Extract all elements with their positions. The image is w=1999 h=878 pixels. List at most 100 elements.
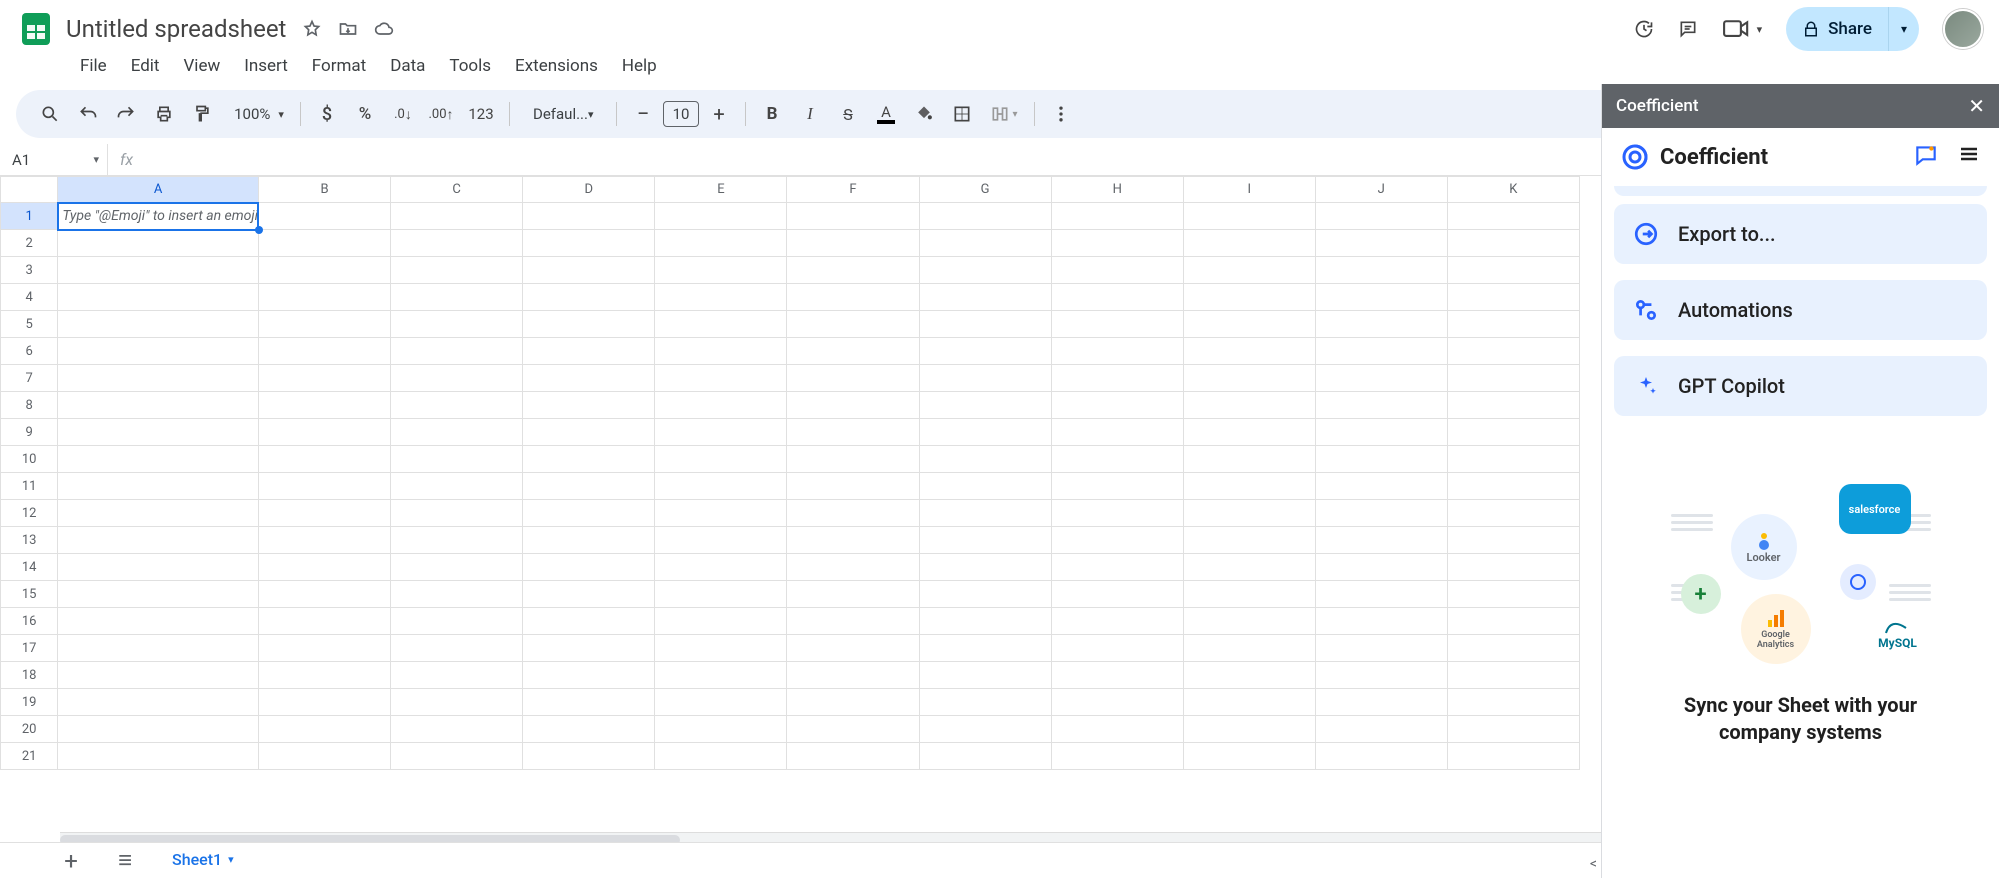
cell[interactable] [58, 635, 259, 662]
cell[interactable] [1447, 743, 1579, 770]
cell[interactable] [1051, 446, 1183, 473]
undo-icon[interactable] [70, 96, 106, 132]
cell[interactable] [1447, 203, 1579, 230]
move-icon[interactable] [338, 19, 358, 39]
cell[interactable] [1447, 527, 1579, 554]
sidebar-card-export[interactable]: Export to... [1614, 204, 1987, 264]
cell[interactable] [655, 365, 787, 392]
cell[interactable] [1051, 635, 1183, 662]
cell[interactable] [258, 311, 390, 338]
cell[interactable] [919, 446, 1051, 473]
cell[interactable] [1447, 716, 1579, 743]
row-header[interactable]: 20 [1, 716, 58, 743]
menu-icon[interactable] [1957, 142, 1981, 172]
cell[interactable] [655, 527, 787, 554]
cell[interactable] [919, 608, 1051, 635]
row-header[interactable]: 4 [1, 284, 58, 311]
cell[interactable] [58, 284, 259, 311]
cell[interactable] [655, 743, 787, 770]
cell[interactable] [919, 473, 1051, 500]
text-color-icon[interactable]: A [868, 96, 904, 132]
cell[interactable] [1051, 284, 1183, 311]
cell[interactable] [391, 446, 523, 473]
cell[interactable] [1183, 230, 1315, 257]
cell[interactable] [787, 311, 919, 338]
cell[interactable] [787, 743, 919, 770]
cell[interactable] [391, 716, 523, 743]
row-header[interactable]: 3 [1, 257, 58, 284]
add-sheet-icon[interactable]: + [56, 847, 86, 875]
cell[interactable] [58, 392, 259, 419]
cell[interactable] [919, 230, 1051, 257]
name-box[interactable]: A1 ▾ [0, 144, 108, 175]
cell[interactable] [1447, 284, 1579, 311]
cell[interactable] [58, 743, 259, 770]
cell[interactable] [1315, 716, 1447, 743]
col-header-E[interactable]: E [655, 177, 787, 203]
col-header-C[interactable]: C [391, 177, 523, 203]
cell[interactable] [919, 257, 1051, 284]
cell[interactable] [523, 608, 655, 635]
cell[interactable] [1051, 689, 1183, 716]
cell[interactable] [655, 662, 787, 689]
cell[interactable] [391, 392, 523, 419]
cell[interactable] [655, 500, 787, 527]
cell[interactable] [391, 338, 523, 365]
cell[interactable] [1051, 500, 1183, 527]
cell[interactable] [523, 446, 655, 473]
col-header-I[interactable]: I [1183, 177, 1315, 203]
cell[interactable] [787, 473, 919, 500]
cell[interactable] [919, 284, 1051, 311]
sidebar-card-automations[interactable]: Automations [1614, 280, 1987, 340]
row-header[interactable]: 16 [1, 608, 58, 635]
cell[interactable] [391, 554, 523, 581]
row-header[interactable]: 1 [1, 203, 58, 230]
cell[interactable] [523, 338, 655, 365]
cell[interactable] [391, 365, 523, 392]
cell[interactable] [523, 527, 655, 554]
cell[interactable] [58, 365, 259, 392]
cell[interactable] [391, 581, 523, 608]
cell[interactable] [787, 203, 919, 230]
cell[interactable] [1447, 500, 1579, 527]
row-header[interactable]: 19 [1, 689, 58, 716]
cell[interactable] [1447, 311, 1579, 338]
row-header[interactable]: 13 [1, 527, 58, 554]
cell[interactable] [1183, 338, 1315, 365]
cell[interactable] [258, 608, 390, 635]
cell[interactable] [1051, 230, 1183, 257]
paint-format-icon[interactable] [184, 96, 220, 132]
cell[interactable] [1051, 419, 1183, 446]
cell[interactable] [58, 311, 259, 338]
cell[interactable] [1315, 419, 1447, 446]
share-button[interactable]: Share [1786, 7, 1888, 51]
cell[interactable] [523, 230, 655, 257]
cell[interactable] [655, 203, 787, 230]
cell[interactable] [523, 473, 655, 500]
cell[interactable] [919, 662, 1051, 689]
cell[interactable] [1315, 500, 1447, 527]
cell[interactable] [58, 338, 259, 365]
cell[interactable] [1183, 743, 1315, 770]
cell[interactable] [1183, 419, 1315, 446]
menu-format[interactable]: Format [302, 52, 376, 80]
cell[interactable] [523, 203, 655, 230]
bold-icon[interactable]: B [754, 96, 790, 132]
cell[interactable] [1315, 473, 1447, 500]
cell[interactable] [1315, 527, 1447, 554]
cell[interactable] [1051, 338, 1183, 365]
cell[interactable] [1315, 203, 1447, 230]
cell[interactable] [1447, 257, 1579, 284]
font-dropdown[interactable]: Defaul...▾ [518, 96, 608, 132]
explore-icon[interactable]: < [1590, 856, 1597, 872]
cell[interactable] [58, 554, 259, 581]
cell[interactable] [391, 635, 523, 662]
cell[interactable]: Type "@Emoji" to insert an emoji [58, 203, 259, 230]
cell[interactable] [523, 689, 655, 716]
cell[interactable] [1051, 203, 1183, 230]
cell[interactable] [787, 581, 919, 608]
cell[interactable] [787, 284, 919, 311]
cell[interactable] [1183, 392, 1315, 419]
currency-icon[interactable]: $ [309, 96, 345, 132]
cell[interactable] [655, 284, 787, 311]
